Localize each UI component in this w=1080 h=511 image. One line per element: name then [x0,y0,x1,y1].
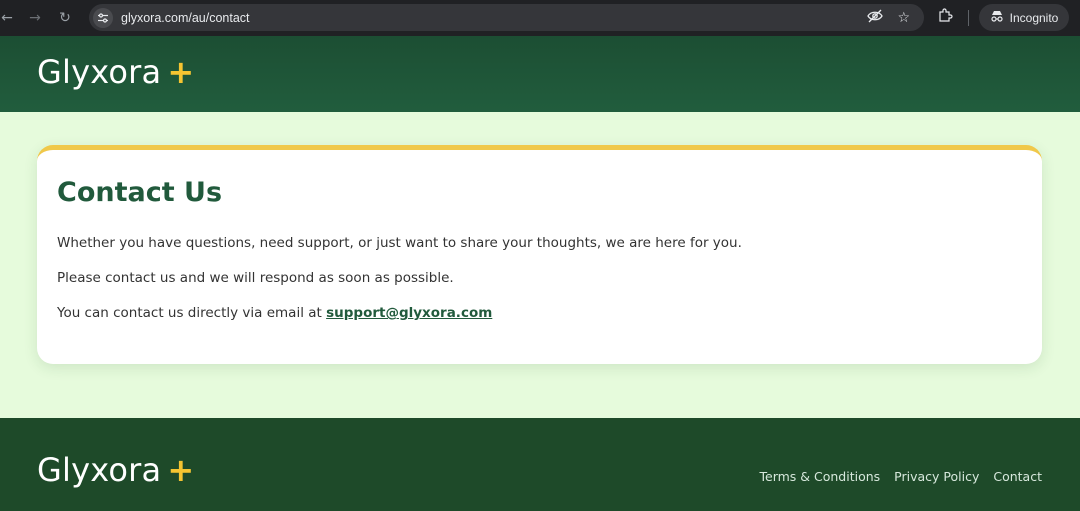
page-title: Contact Us [57,177,223,208]
address-bar[interactable]: glyxora.com/au/contact ☆ [89,4,924,31]
contact-card: Contact Us Whether you have questions, n… [37,145,1042,364]
footer-link-contact[interactable]: Contact [993,469,1042,484]
support-email-link[interactable]: support@glyxora.com [326,305,492,321]
intro-text: Whether you have questions, need support… [57,235,742,251]
footer-nav: Terms & Conditions Privacy Policy Contac… [760,469,1043,484]
incognito-label: Incognito [1009,10,1059,25]
response-text: Please contact us and we will respond as… [57,270,454,286]
logo-plus-mark: + [167,451,195,489]
footer-link-privacy[interactable]: Privacy Policy [894,469,979,484]
star-icon[interactable]: ☆ [897,10,910,26]
incognito-badge[interactable]: Incognito [979,4,1069,31]
header-logo[interactable]: Glyxora + [37,53,194,91]
footer-link-terms[interactable]: Terms & Conditions [760,469,881,484]
back-arrow-icon[interactable]: ← [0,10,14,26]
browser-toolbar: ← → ↻ glyxora.com/au/contact ☆ Incognito [0,0,1080,36]
email-text: You can contact us directly via email at… [57,305,492,321]
site-header: Glyxora + [0,36,1080,112]
footer-logo[interactable]: Glyxora + [37,451,194,489]
logo-plus-mark: + [167,53,195,91]
forward-arrow-icon[interactable]: → [24,10,46,26]
incognito-icon [990,10,1004,25]
site-footer: Glyxora + Terms & Conditions Privacy Poli… [0,418,1080,511]
reload-icon[interactable]: ↻ [54,10,76,26]
logo-text: Glyxora [37,451,162,489]
email-prefix: You can contact us directly via email at [57,305,327,321]
logo-text: Glyxora [37,53,162,91]
url-text[interactable]: glyxora.com/au/contact [121,11,250,25]
puzzle-icon[interactable] [938,8,953,27]
toolbar-divider [968,10,969,26]
site-info-icon[interactable] [93,7,113,28]
eye-off-icon[interactable] [867,9,884,27]
